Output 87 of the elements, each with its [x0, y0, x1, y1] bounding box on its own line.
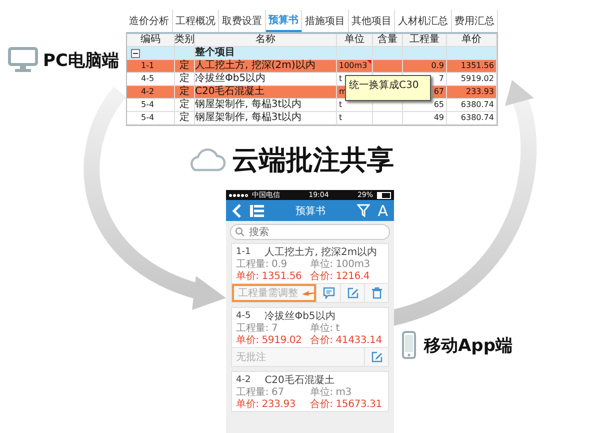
table-cell: t	[339, 99, 342, 111]
table-cell: 定	[180, 73, 190, 85]
item-quantity: 工程量: 67	[236, 387, 285, 398]
item-name: 冷拔丝Φb5以内	[264, 310, 336, 322]
table-cell: 7	[438, 73, 444, 85]
comment-tooltip: 统一换算成C30	[345, 75, 431, 101]
table-cell: C20毛石混凝土	[195, 86, 265, 98]
table-cell-text: 5-4	[140, 99, 154, 111]
table-cell: 冷拔丝Φb5以内	[195, 73, 266, 85]
table-row[interactable]: 1-1 定 人工挖土方, 挖深(2m)以内 100m3 0.9 1351.56	[127, 60, 497, 73]
back-icon[interactable]	[232, 204, 242, 218]
table-cell: 定	[180, 60, 190, 72]
table-cell: 钢屋架制作, 每榀3t以内	[195, 99, 302, 111]
item-total: 合价: 41433.14	[310, 335, 383, 347]
table-cell-text: 4-5	[140, 73, 154, 85]
collapse-icon[interactable]	[131, 48, 140, 58]
table-cell: 233.93	[466, 86, 494, 98]
item-name: 人工挖土方, 挖深2m以内	[264, 246, 378, 258]
tab[interactable]: 预算书	[266, 10, 302, 32]
battery-icon	[377, 192, 391, 198]
table-cell: t	[339, 73, 342, 85]
search-icon	[235, 227, 245, 237]
tab[interactable]: 人材机汇总	[395, 10, 452, 32]
item-unit: 单位: 100m3	[310, 259, 371, 271]
trash-icon	[370, 287, 382, 299]
column-header: 编码	[127, 34, 175, 46]
item-quantity: 工程量: 0.9	[236, 259, 288, 270]
tab[interactable]: 工程概况	[172, 10, 219, 32]
signal-icon	[229, 194, 248, 196]
list-icon[interactable]	[250, 204, 264, 216]
edit-icon	[346, 287, 358, 299]
pc-label: PC电脑端	[43, 50, 119, 72]
table-cell: 定	[180, 112, 190, 124]
item-card[interactable]: 4-2 C20毛石混凝土 工程量: 67 单位: m3 单价: 233.93 合价: 15673.31	[231, 371, 389, 412]
table-cell: 6380.74	[460, 99, 494, 111]
table-cell: 6380.74	[460, 112, 494, 124]
column-header: 工程量	[403, 34, 447, 46]
table-cell: 人工挖土方, 挖深(2m)以内	[195, 60, 316, 72]
column-header: 名称	[195, 34, 337, 46]
filter-icon[interactable]	[356, 204, 370, 217]
item-price: 单价: 5919.02	[236, 335, 303, 347]
table-cell: 1351.56	[460, 60, 494, 72]
table-cell: 67	[434, 86, 444, 98]
edit-icon	[370, 351, 382, 363]
table-cell-text: 1-1	[140, 60, 154, 72]
table-cell: 定	[180, 86, 190, 98]
table-cell: 定	[180, 99, 190, 111]
column-header: 含量	[373, 34, 403, 46]
item-card[interactable]: 1-1 人工挖土方, 挖深2m以内 工程量: 0.9 单位: 100m3 单价: 1351.56 合价: 1216.4 工程量需调整	[231, 243, 389, 303]
item-code: 1-1	[236, 246, 251, 259]
table-cell: 整个项目	[195, 47, 337, 59]
tab[interactable]: 措施项目	[302, 10, 348, 32]
item-unit: 单位: t	[310, 323, 340, 335]
table-cell: 100m3	[339, 60, 368, 72]
item-quantity: 工程量: 7	[236, 323, 279, 334]
table-row[interactable]: 5-4 定 钢屋架制作, 每榀3t以内 t 49 6380.74	[127, 112, 497, 125]
table-cell: 钢屋架制作, 每榀3t以内	[195, 112, 302, 124]
phone-icon	[402, 331, 416, 359]
tab[interactable]: 其他项目	[348, 10, 395, 32]
monitor-icon	[8, 47, 38, 73]
tab[interactable]: 取费设置	[219, 10, 266, 32]
item-card[interactable]: 4-5 冷拔丝Φb5以内 工程量: 7 单位: t 单价: 5919.02 合价: 41433.14 无批注	[231, 307, 389, 367]
table-cell: 0.9	[431, 60, 444, 72]
screen-title: 预算书	[295, 204, 326, 218]
table-cell: 65	[434, 99, 444, 111]
item-price: 单价: 1351.56	[236, 271, 303, 283]
column-header: 类别	[175, 34, 195, 46]
table-cell: 49	[434, 112, 444, 124]
item-total: 合价: 1216.4	[310, 271, 371, 283]
speech-bubble-icon	[322, 287, 334, 299]
search-field[interactable]: 搜索	[230, 224, 390, 240]
table-cell: 5919.02	[460, 73, 494, 85]
item-total: 合价: 15673.31	[310, 399, 383, 411]
font-size-button[interactable]: A	[378, 202, 388, 220]
column-header: 单位	[337, 34, 373, 46]
item-code: 4-2	[236, 374, 251, 387]
item-code: 4-5	[236, 310, 251, 323]
tab[interactable]: 造价分析	[126, 10, 172, 32]
table-cell: t	[339, 112, 342, 124]
item-unit: 单位: m3	[310, 387, 352, 399]
headline: 云端批注共享	[232, 144, 394, 178]
table-cell-text: 5-4	[140, 112, 154, 124]
item-price: 单价: 233.93	[236, 399, 297, 411]
app-label: 移动App端	[424, 334, 512, 356]
column-header: 单价	[447, 34, 497, 46]
table-cell-text: 4-2	[140, 86, 154, 98]
item-name: C20毛石混凝土	[264, 374, 334, 386]
